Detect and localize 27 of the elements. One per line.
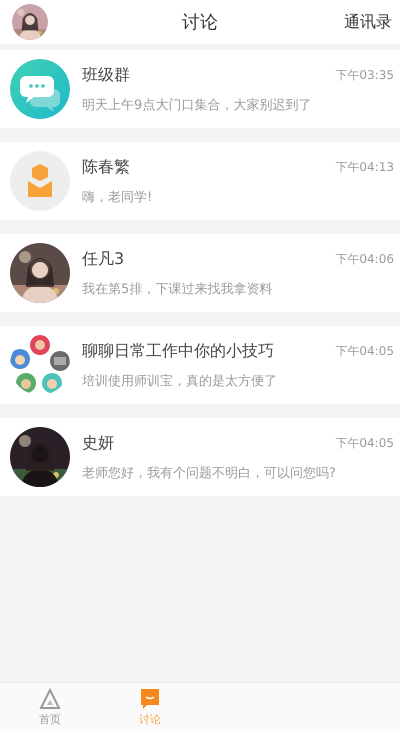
message-time: 下午04:05: [335, 342, 394, 360]
conversation-item[interactable]: 陈春繁 下午04:13 嗨，老同学!: [0, 142, 400, 220]
conversation-name: 聊聊日常工作中你的小技巧: [82, 340, 274, 362]
contacts-link[interactable]: 通讯录: [344, 12, 392, 32]
message-time: 下午04:06: [335, 250, 394, 268]
user-icon: [10, 151, 70, 211]
conversation-item[interactable]: 史妍 下午04:05 老师您好，我有个问题不明白，可以问您吗?: [0, 418, 400, 496]
message-preview: 明天上午9点大门口集合，大家别迟到了: [82, 96, 312, 114]
group-avatars-drawing: [10, 335, 70, 395]
message-preview: 培训使用师训宝，真的是太方便了: [82, 372, 278, 390]
page-title: 讨论: [182, 12, 218, 33]
conversation-item[interactable]: 聊聊日常工作中你的小技巧 下午04:05 培训使用师训宝，真的是太方便了: [0, 326, 400, 404]
message-time: 下午04:13: [335, 158, 394, 176]
conversation-name: 陈春繁: [82, 156, 130, 178]
chat-bubble-icon: [10, 59, 70, 119]
conversation-name: 班级群: [82, 64, 130, 86]
chat-icon: [139, 688, 161, 710]
message-time: 下午04:05: [335, 434, 394, 452]
conversation-item[interactable]: 任凡3 下午04:06 我在第5排，下课过来找我拿资料: [0, 234, 400, 312]
conversation-name: 史妍: [82, 432, 114, 454]
conversation-item[interactable]: 班级群 下午03:35 明天上午9点大门口集合，大家别迟到了: [0, 50, 400, 128]
message-preview: 我在第5排，下课过来找我拿资料: [82, 280, 274, 298]
message-preview: 老师您好，我有个问题不明白，可以问您吗?: [82, 464, 337, 482]
triangle-icon: [39, 688, 61, 710]
message-time: 下午03:35: [335, 66, 394, 84]
conversation-name: 任凡3: [82, 248, 124, 270]
message-preview: 嗨，老同学!: [82, 188, 154, 206]
